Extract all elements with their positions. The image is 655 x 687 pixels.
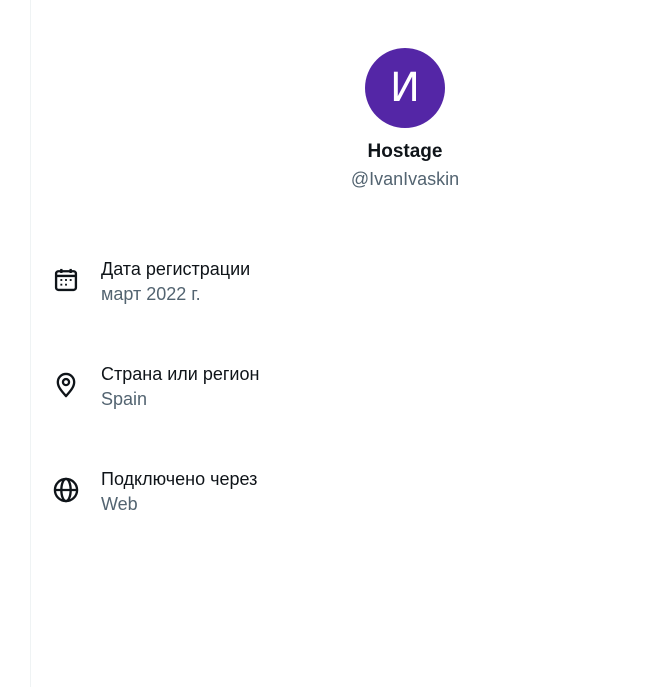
avatar[interactable]: И <box>365 48 445 128</box>
info-text: Страна или регион Spain <box>101 363 259 410</box>
info-label: Подключено через <box>101 469 258 489</box>
info-text: Дата регистрации март 2022 г. <box>101 258 250 305</box>
info-row-registration-date: Дата регистрации март 2022 г. <box>52 258 612 308</box>
info-label: Страна или регион <box>101 364 260 384</box>
profile-header: И Hostage @IvanIvaskin <box>305 48 505 190</box>
info-text: Подключено через Web <box>101 468 257 515</box>
about-account-page: И Hostage @IvanIvaskin Дата регистрации … <box>0 0 655 687</box>
info-value: март 2022 г. <box>101 284 201 304</box>
info-value: Spain <box>101 389 148 409</box>
info-value: Web <box>101 494 138 514</box>
info-row-country: Страна или регион Spain <box>52 363 612 413</box>
location-pin-icon <box>52 371 80 399</box>
info-row-connected-via: Подключено через Web <box>52 468 612 518</box>
info-label: Дата регистрации <box>101 259 251 279</box>
calendar-icon <box>52 266 80 294</box>
column-divider <box>30 0 31 687</box>
display-name: Hostage <box>367 141 443 162</box>
globe-icon <box>52 476 80 504</box>
user-handle: @IvanIvaskin <box>350 169 460 189</box>
